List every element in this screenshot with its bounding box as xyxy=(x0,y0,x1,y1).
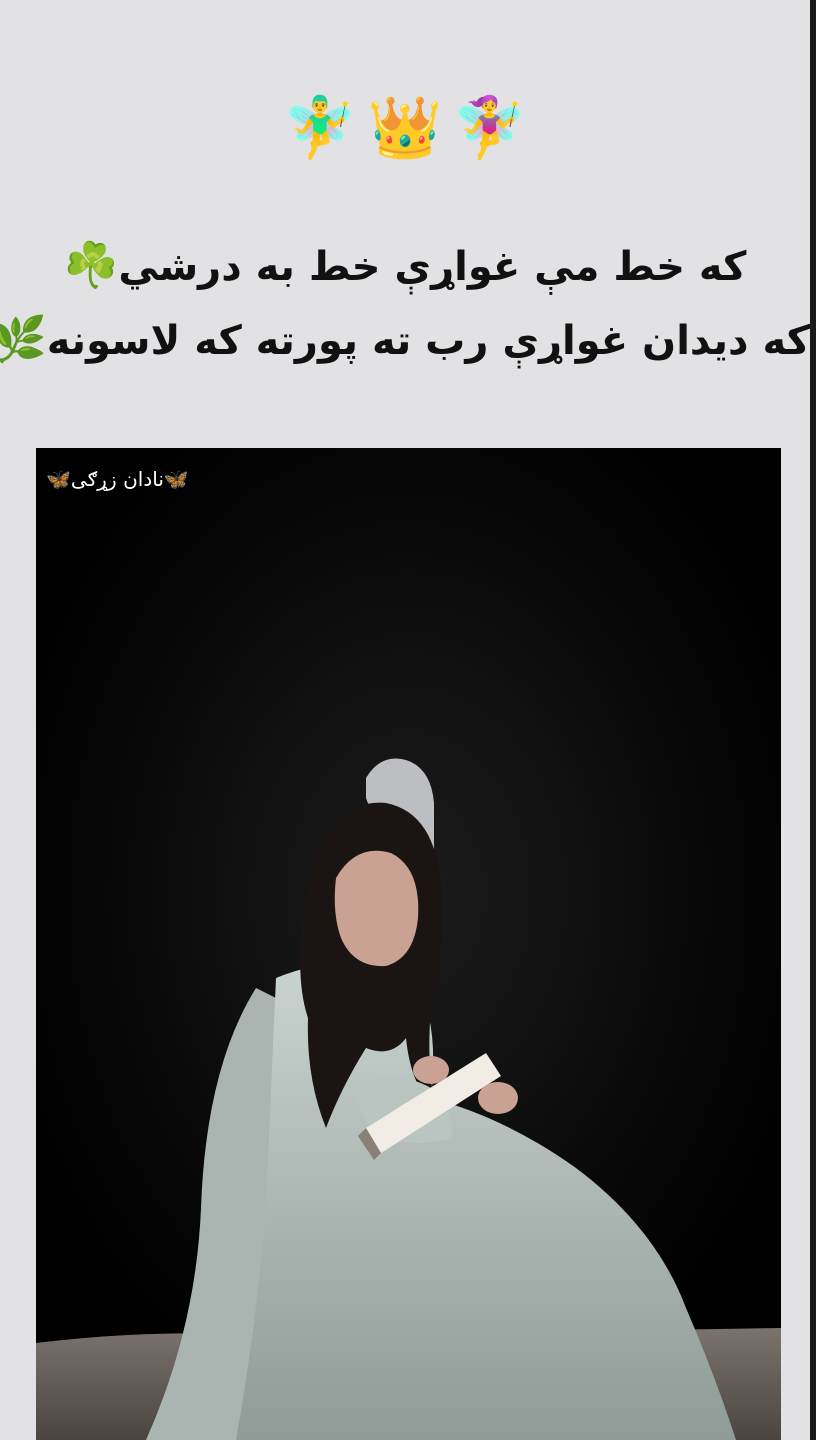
watermark-label: 🦋نادان زړګی🦋 xyxy=(46,467,189,491)
poem-line-2: که دیدان غواړې رب ته پورته که لاسونه🌿 xyxy=(0,310,810,371)
crown-icon: 👑 xyxy=(367,93,443,163)
screen-edge-bar xyxy=(810,0,816,1440)
fairy-man-icon: 🧚‍♂️ xyxy=(282,93,358,163)
poem-line-1-text: که خط مې غواړې خط به درشي xyxy=(118,244,747,290)
video-frame[interactable]: 🦋نادان زړګی🦋 xyxy=(36,448,781,1440)
shamrock-icon: ☘️ xyxy=(63,240,119,291)
header-emoji-row: 🧚‍♂️ 👑 🧚‍♀️ xyxy=(0,88,810,168)
poem-line-1: که خط مې غواړې خط به درشي☘️ xyxy=(0,236,810,297)
poem-line-2-text: که دیدان غواړې رب ته پورته که لاسونه xyxy=(46,318,810,364)
woman-writing-illustration xyxy=(36,448,781,1440)
fairy-woman-icon: 🧚‍♀️ xyxy=(452,93,528,163)
post-page: 🧚‍♂️ 👑 🧚‍♀️ که خط مې غواړې خط به درشي☘️ … xyxy=(0,0,816,1440)
herb-icon: 🌿 xyxy=(0,314,47,365)
